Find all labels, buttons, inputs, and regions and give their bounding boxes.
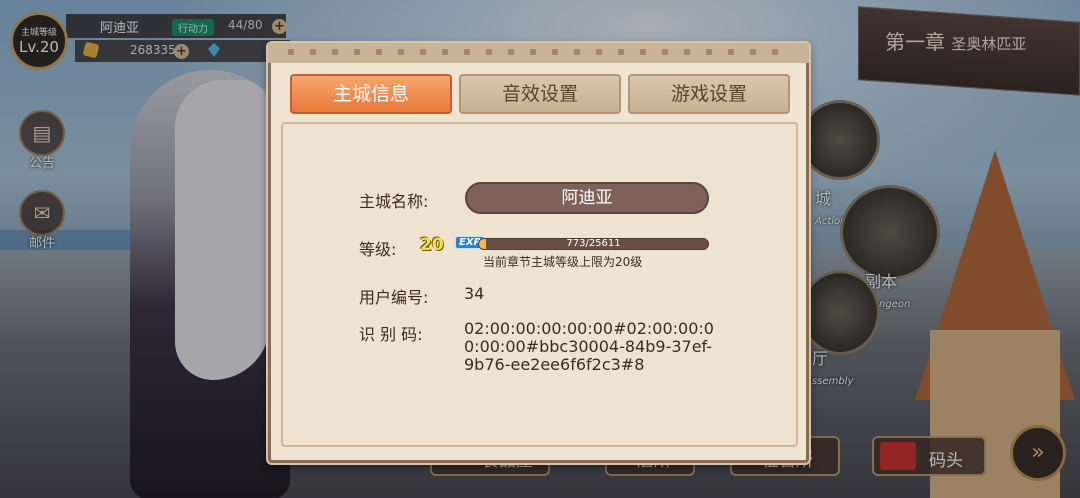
city-name-field[interactable]: 阿迪亚 [465,182,709,214]
city-level-value: 20 [420,235,444,255]
id-code-label: 识 别 码: [359,325,423,344]
exp-text: 773/25611 [566,238,621,249]
tab-city-info-label: 主城信息 [332,83,409,105]
panel-decoration [288,49,788,55]
tab-city-info[interactable]: 主城信息 [290,74,452,114]
city-name-label: 主城名称: [359,192,429,211]
city-name-value: 阿迪亚 [561,188,613,208]
user-id-label: 用户编号: [359,288,429,307]
tab-game-settings-label: 游戏设置 [670,83,747,105]
level-cap-hint: 当前章节主城等级上限为20级 [483,255,643,269]
tab-game-settings[interactable]: 游戏设置 [628,74,790,114]
tab-sound-settings[interactable]: 音效设置 [459,74,621,114]
user-id-value: 34 [464,284,485,303]
level-field-label: 等级: [359,240,397,259]
tab-sound-settings-label: 音效设置 [501,83,578,105]
id-code-value[interactable]: 02:00:00:00:00:00#02:00:00:00:00:00#bbc3… [464,320,714,376]
